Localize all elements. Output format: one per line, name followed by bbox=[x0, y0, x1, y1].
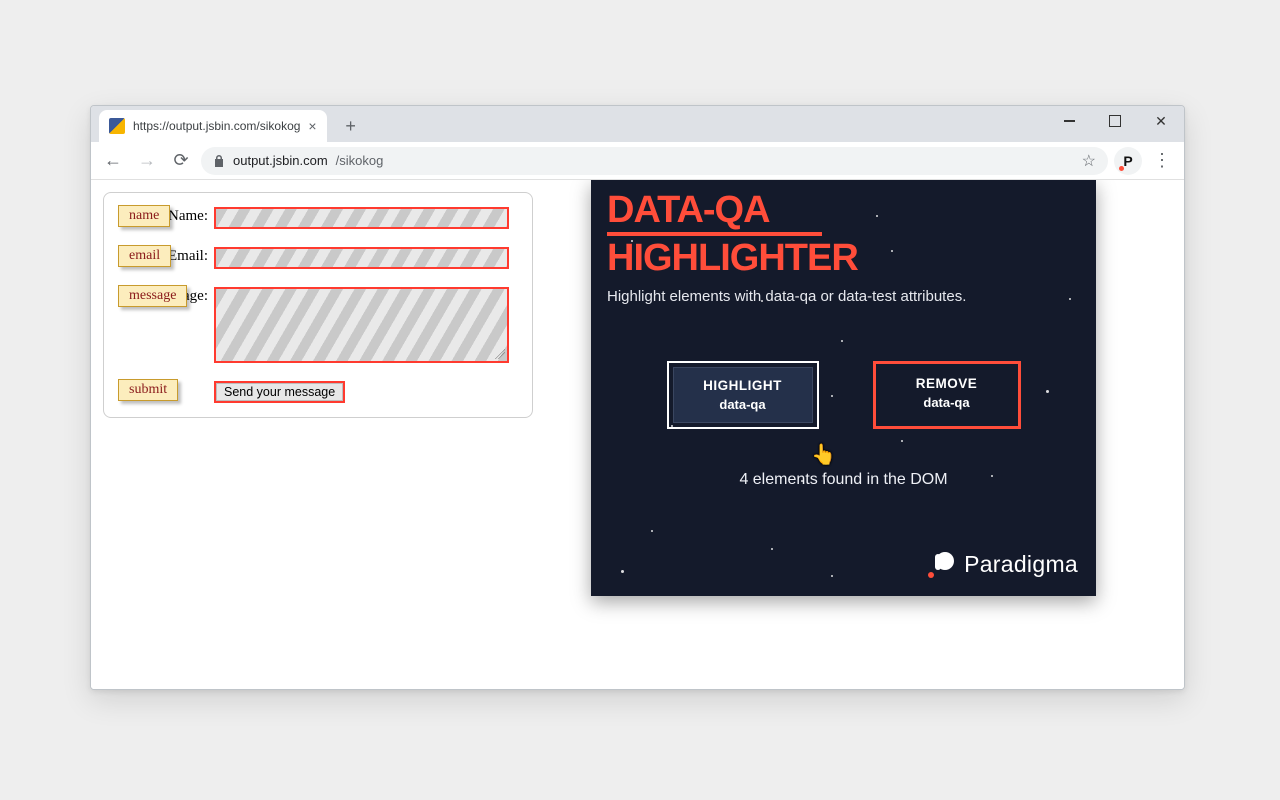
remove-button-sub: data-qa bbox=[882, 395, 1012, 410]
highlight-button[interactable]: HIGHLIGHT data-qa bbox=[667, 361, 819, 429]
tab-title: https://output.jsbin.com/sikokog bbox=[133, 119, 300, 133]
form-row-email: email Email: bbox=[120, 247, 516, 269]
remove-button-title: REMOVE bbox=[882, 376, 1012, 391]
message-field[interactable] bbox=[214, 287, 509, 363]
tab-strip: https://output.jsbin.com/sikokog × + bbox=[91, 106, 1184, 142]
extension-badge[interactable]: P bbox=[1114, 147, 1142, 175]
new-tab-button[interactable]: + bbox=[337, 112, 365, 140]
ext-title-line2: HIGHLIGHTER bbox=[607, 238, 1080, 278]
qa-tag-submit: submit bbox=[118, 379, 178, 401]
extension-notification-dot-icon bbox=[1119, 166, 1124, 171]
qa-tag-email: email bbox=[118, 245, 171, 267]
ext-title-underline bbox=[607, 232, 822, 236]
extension-glyph-icon: P bbox=[1123, 153, 1132, 169]
browser-window: https://output.jsbin.com/sikokog × + ← →… bbox=[90, 105, 1185, 690]
label-email: Email: bbox=[168, 248, 208, 265]
extension-popup: DATA-QA HIGHLIGHTER Highlight elements w… bbox=[591, 180, 1096, 596]
browser-toolbar: ← → ⟳ output.jsbin.com/sikokog ☆ P ⋮ bbox=[91, 142, 1184, 180]
url-path: /sikokog bbox=[336, 153, 384, 168]
remove-button[interactable]: REMOVE data-qa bbox=[873, 361, 1021, 429]
url-host: output.jsbin.com bbox=[233, 153, 328, 168]
page-viewport: name Name: email Email: message Message: bbox=[91, 180, 1184, 689]
name-field[interactable] bbox=[214, 207, 509, 229]
form-row-name: name Name: bbox=[120, 207, 516, 229]
brand-logo-icon bbox=[932, 552, 954, 578]
lock-icon bbox=[213, 154, 225, 168]
tab-close-icon[interactable]: × bbox=[308, 118, 316, 134]
brand: Paradigma bbox=[932, 551, 1078, 578]
brand-name: Paradigma bbox=[964, 551, 1078, 578]
nav-reload-button[interactable]: ⟳ bbox=[167, 147, 195, 175]
ext-buttons: HIGHLIGHT data-qa REMOVE data-qa bbox=[607, 361, 1080, 429]
bookmark-star-icon[interactable]: ☆ bbox=[1082, 151, 1096, 171]
favicon-icon bbox=[109, 118, 125, 134]
submit-button[interactable]: Send your message bbox=[214, 381, 345, 403]
qa-tag-message: message bbox=[118, 285, 187, 307]
nav-forward-button[interactable]: → bbox=[133, 147, 161, 175]
ext-title-line1: DATA-QA bbox=[607, 190, 1080, 230]
highlight-button-sub: data-qa bbox=[680, 397, 806, 412]
address-bar[interactable]: output.jsbin.com/sikokog ☆ bbox=[201, 147, 1108, 175]
qa-tag-name: name bbox=[118, 205, 170, 227]
label-name: Name: bbox=[168, 208, 208, 225]
email-field[interactable] bbox=[214, 247, 509, 269]
form-row-message: message Message: bbox=[120, 287, 516, 363]
nav-back-button[interactable]: ← bbox=[99, 147, 127, 175]
ext-status: 4 elements found in the DOM bbox=[607, 471, 1080, 489]
window-minimize-button[interactable] bbox=[1046, 106, 1092, 136]
browser-menu-button[interactable]: ⋮ bbox=[1148, 147, 1176, 175]
window-controls bbox=[1046, 106, 1184, 142]
highlight-button-title: HIGHLIGHT bbox=[680, 378, 806, 393]
form-row-submit: submit Send your message bbox=[120, 381, 516, 403]
contact-form: name Name: email Email: message Message: bbox=[103, 192, 533, 418]
window-close-button[interactable] bbox=[1138, 106, 1184, 136]
window-maximize-button[interactable] bbox=[1092, 106, 1138, 136]
ext-subtitle: Highlight elements with data-qa or data-… bbox=[607, 288, 1080, 305]
browser-tab[interactable]: https://output.jsbin.com/sikokog × bbox=[99, 110, 327, 142]
